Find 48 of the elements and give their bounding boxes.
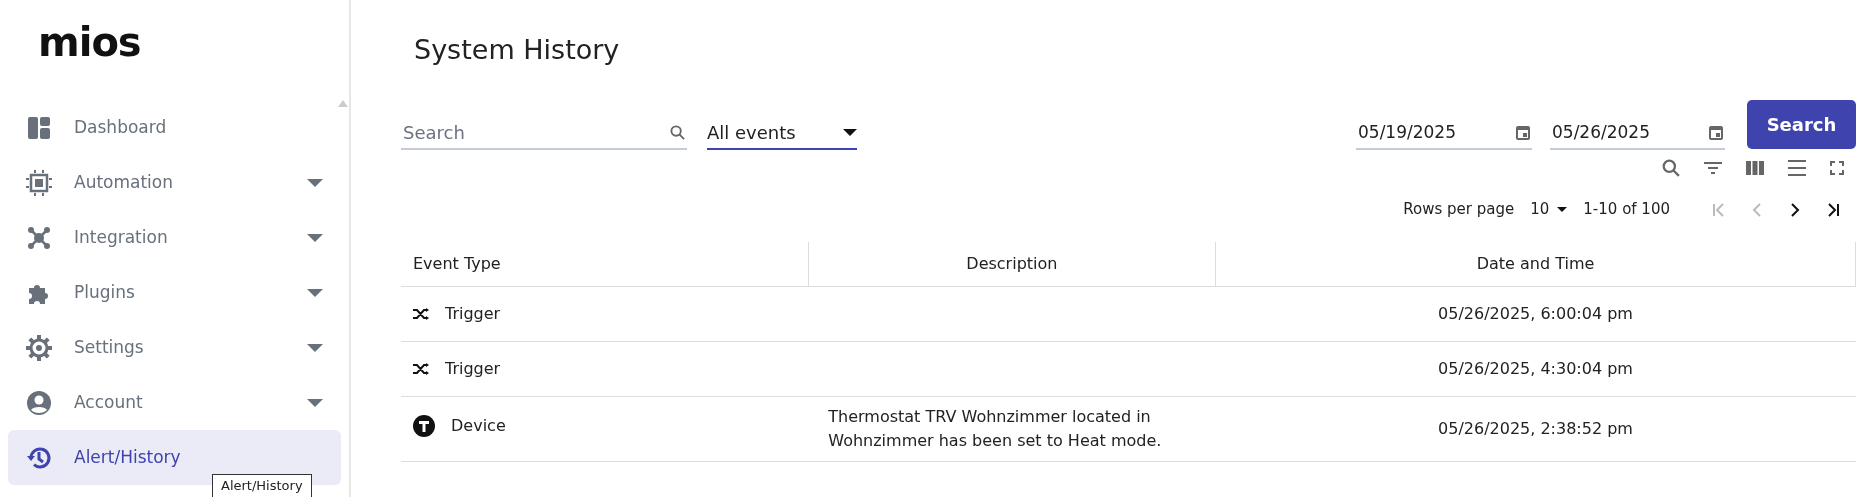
table-cell-text: Trigger [445,357,501,380]
chip-icon [26,169,52,196]
network-icon [26,224,52,251]
next-page-icon[interactable] [1788,201,1802,218]
search-button[interactable]: Search [1747,99,1856,149]
shuffle-icon [413,307,429,320]
calendar-icon[interactable] [1709,125,1723,141]
account-icon [26,389,52,416]
caret-icon [843,128,857,136]
logo: mios [38,18,141,66]
last-page-icon[interactable] [1826,201,1840,218]
fullscreen-icon[interactable] [1830,161,1844,176]
date-field[interactable]: 05/19/2025 [1356,116,1532,151]
column-header[interactable]: Date and Time [1476,254,1595,274]
history-icon [26,444,52,471]
sidebar-item[interactable]: Dashboard [8,100,341,155]
rows-per-page-select[interactable]: 10 [1530,198,1568,221]
page-title: System History [414,34,621,67]
sidebar-item[interactable]: Settings [8,320,341,375]
calendar-icon[interactable] [1516,125,1530,141]
density-icon[interactable] [1788,160,1806,177]
device-icon [413,415,435,438]
column-header[interactable]: Event Type [413,254,501,274]
sidebar-item[interactable]: Integration [8,210,341,265]
sidebar-item[interactable]: Automation [8,155,341,210]
event-select[interactable]: All events [707,116,857,151]
search-icon [670,125,685,141]
search-field[interactable]: Search [401,116,687,151]
column-header[interactable]: Description [966,254,1058,274]
dashboard-icon [28,116,50,139]
rows-per-page-label: Rows per page [1403,199,1515,221]
date-field[interactable]: 05/26/2025 [1550,116,1725,151]
table-cell-text: Trigger [445,302,501,325]
filter-icon[interactable] [1704,161,1722,176]
table-cell: 05/26/2025, 6:00:04 pm [1438,304,1633,324]
search-icon[interactable] [1662,159,1680,178]
tooltip: Alert/History [212,474,312,497]
sidebar-item[interactable]: Account [8,375,341,430]
page-range: 1-10 of 100 [1583,199,1670,221]
columns-icon[interactable] [1746,161,1764,176]
table-cell: Thermostat TRV Wohnzimmer located in Wohnzimmer has been set to Heat mode. [828,407,1162,451]
shuffle-icon [413,362,429,375]
table-cell-text: Device [451,415,506,438]
caret-icon [1557,206,1568,212]
table-cell: 05/26/2025, 4:30:04 pm [1438,359,1633,379]
table-cell: 05/26/2025, 2:38:52 pm [1438,419,1633,439]
settings-icon [26,334,52,361]
sidebar-item[interactable]: Plugins [8,265,341,320]
